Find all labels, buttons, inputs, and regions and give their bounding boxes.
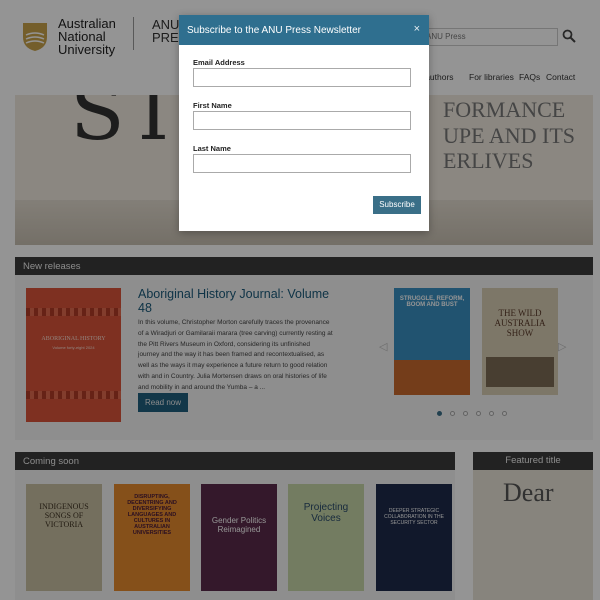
email-label: Email Address <box>193 58 245 67</box>
modal-title: Subscribe to the ANU Press Newsletter <box>179 15 429 45</box>
subscribe-button[interactable]: Subscribe <box>373 196 421 214</box>
last-name-label: Last Name <box>193 144 231 153</box>
first-name-label: First Name <box>193 101 232 110</box>
last-name-field[interactable] <box>193 154 411 173</box>
close-icon[interactable]: × <box>414 23 420 35</box>
newsletter-modal: Subscribe to the ANU Press Newsletter × … <box>179 15 429 231</box>
first-name-field[interactable] <box>193 111 411 130</box>
email-field[interactable] <box>193 68 411 87</box>
